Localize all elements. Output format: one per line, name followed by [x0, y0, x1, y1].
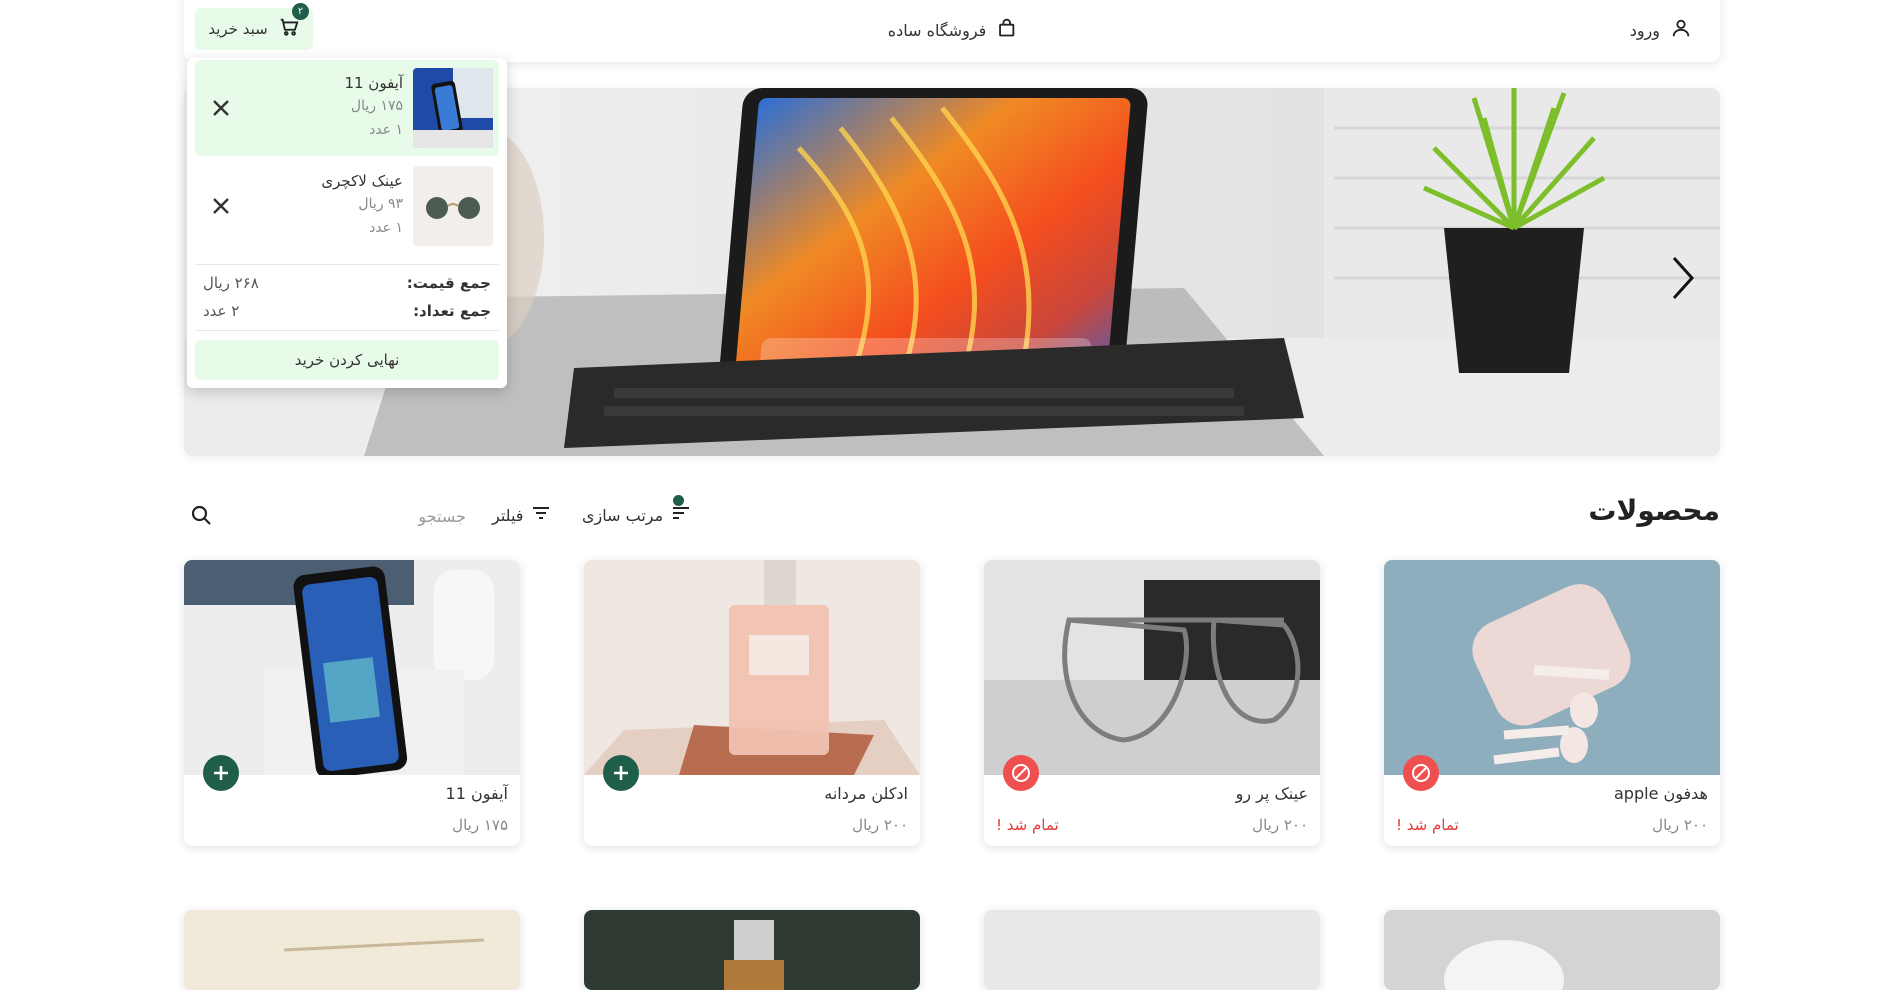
cart-count-badge: ۲ — [292, 3, 309, 20]
block-icon — [1412, 764, 1430, 782]
cart-item-price: ۱۷۵ ریال — [350, 98, 403, 114]
out-of-stock-badge — [1003, 755, 1039, 791]
checkout-button[interactable]: نهایی کردن خرید — [195, 340, 499, 380]
product-price: ۲۰۰ ریال — [1252, 816, 1308, 834]
sort-icon — [671, 503, 691, 527]
product-name: هدفون apple — [1614, 784, 1708, 803]
plus-icon — [214, 766, 228, 780]
cart-item-qty: ۱ عدد — [369, 220, 403, 236]
top-navbar: ورود فروشگاه ساده سبد خرید ۲ — [184, 0, 1720, 62]
search-icon[interactable] — [190, 504, 212, 530]
cart-item-qty: ۱ عدد — [369, 122, 403, 138]
cart-item-price: ۹۳ ریال — [358, 196, 403, 212]
product-name: عینک پر رو — [1235, 784, 1308, 803]
add-to-cart-button[interactable] — [603, 755, 639, 791]
page-title: محصولات — [1588, 494, 1720, 527]
cart-item: عینک لاکچری ۹۳ ریال ۱ عدد — [195, 158, 499, 254]
cart-label: سبد خرید — [208, 20, 268, 38]
slider-next-button[interactable] — [1662, 248, 1702, 308]
user-icon — [1670, 17, 1692, 43]
divider — [195, 264, 499, 265]
add-to-cart-button[interactable] — [203, 755, 239, 791]
login-label: ورود — [1629, 20, 1660, 40]
total-price-value: ۲۶۸ ریال — [203, 274, 259, 292]
product-name: آیفون 11 — [445, 784, 508, 803]
total-qty-row: جمع تعداد: ۲ عدد — [203, 302, 491, 320]
total-qty-label: جمع تعداد: — [413, 302, 491, 320]
remove-item-button[interactable] — [207, 94, 235, 122]
sort-active-dot — [673, 495, 684, 506]
product-card[interactable]: هدفون apple ۲۰۰ ریال تمام شد ! — [1384, 560, 1720, 846]
login-button[interactable]: ورود — [1630, 10, 1692, 50]
product-price: ۱۷۵ ریال — [452, 816, 508, 834]
cart-item-image — [413, 68, 493, 148]
filter-button[interactable]: فیلتر — [492, 500, 551, 530]
product-card[interactable]: عینک پر رو ۲۰۰ ریال تمام شد ! — [984, 560, 1320, 846]
cart-dropdown: آیفون 11 ۱۷۵ ریال ۱ عدد عینک لاکچری ۹۳ ر… — [187, 58, 507, 388]
product-card[interactable] — [184, 910, 520, 990]
chevron-right-icon — [1672, 256, 1695, 300]
product-image — [724, 920, 784, 990]
search-box — [184, 498, 474, 532]
divider — [195, 330, 499, 331]
total-qty-value: ۲ عدد — [203, 302, 240, 320]
sold-out-label: تمام شد ! — [1396, 816, 1459, 834]
product-price: ۲۰۰ ریال — [1652, 816, 1708, 834]
product-image — [584, 560, 920, 775]
cart-item-name: عینک لاکچری — [321, 172, 403, 190]
product-image — [184, 560, 520, 775]
shopping-bag-icon — [996, 18, 1016, 42]
sold-out-label: تمام شد ! — [996, 816, 1059, 834]
cart-item: آیفون 11 ۱۷۵ ریال ۱ عدد — [195, 60, 499, 156]
total-price-label: جمع قیمت: — [406, 274, 491, 292]
sort-label: مرتب سازی — [582, 505, 664, 525]
block-icon — [1012, 764, 1030, 782]
store-brand[interactable]: فروشگاه ساده — [888, 10, 1017, 50]
plus-icon — [614, 766, 628, 780]
cart-item-name: آیفون 11 — [344, 74, 403, 92]
product-price: ۲۰۰ ریال — [852, 816, 908, 834]
product-image — [984, 560, 1320, 775]
filter-label: فیلتر — [492, 505, 524, 525]
out-of-stock-badge — [1403, 755, 1439, 791]
store-name: فروشگاه ساده — [887, 20, 987, 40]
remove-item-button[interactable] — [207, 192, 235, 220]
total-price-row: جمع قیمت: ۲۶۸ ریال — [203, 274, 491, 292]
filter-icon — [531, 503, 551, 527]
close-icon — [213, 100, 229, 116]
product-card[interactable] — [584, 910, 920, 990]
product-name: ادکلن مردانه — [824, 784, 908, 803]
product-card[interactable]: ادکلن مردانه ۲۰۰ ریال — [584, 560, 920, 846]
product-card[interactable] — [1384, 910, 1720, 990]
search-input[interactable] — [224, 500, 468, 532]
cart-item-image — [413, 166, 493, 246]
cart-icon — [278, 16, 300, 42]
product-image — [283, 938, 485, 952]
close-icon — [213, 198, 229, 214]
product-image — [1444, 940, 1564, 990]
product-card[interactable]: آیفون 11 ۱۷۵ ریال — [184, 560, 520, 846]
product-image — [1384, 560, 1720, 775]
product-card[interactable] — [984, 910, 1320, 990]
